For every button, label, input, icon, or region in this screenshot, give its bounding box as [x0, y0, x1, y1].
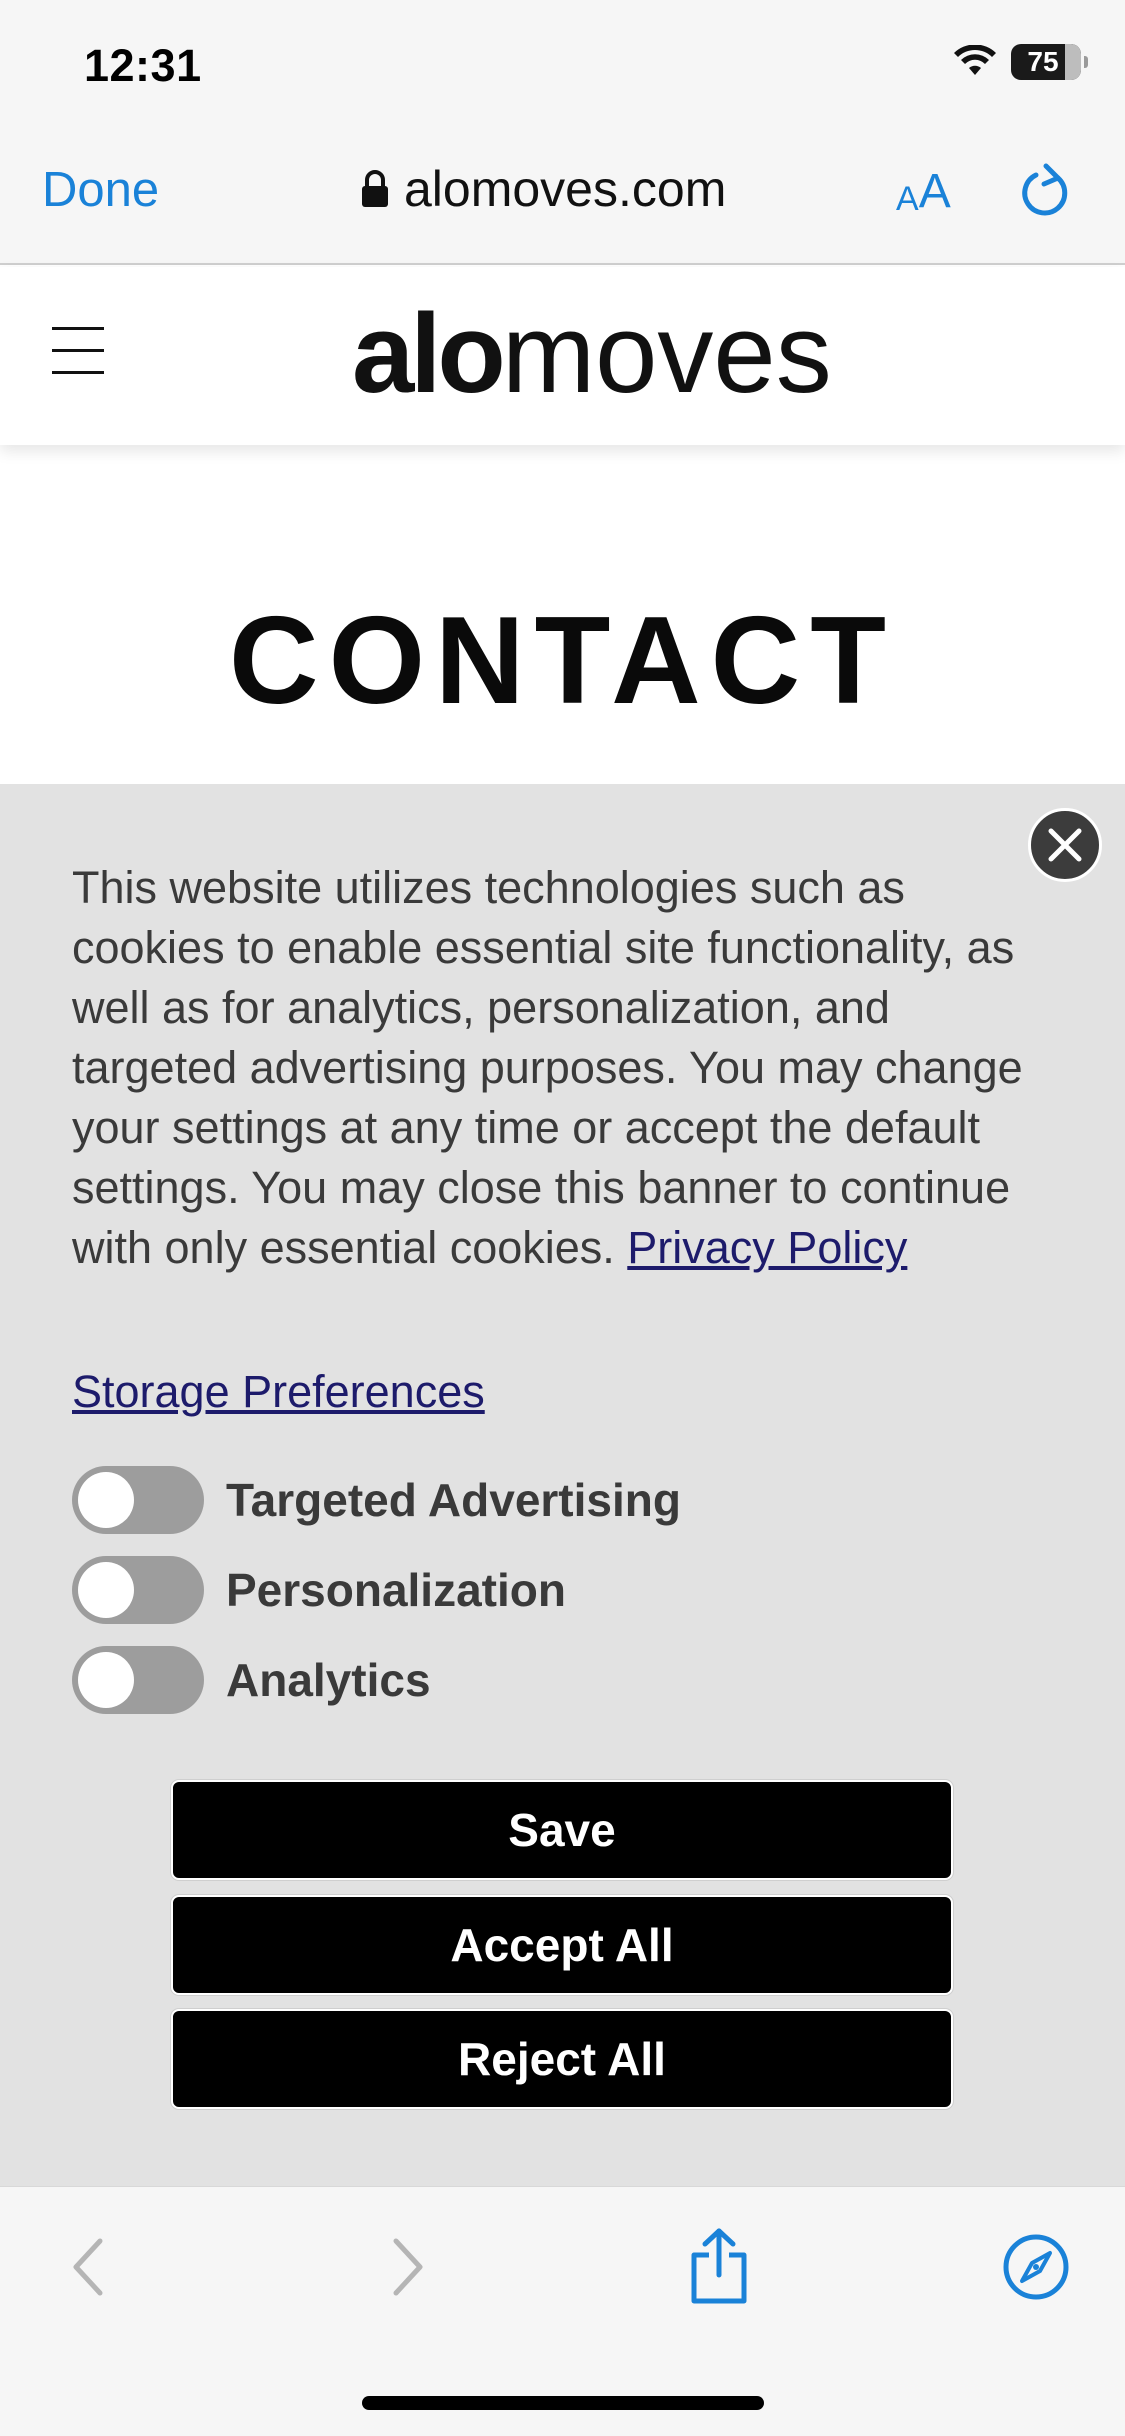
storage-preferences-link[interactable]: Storage Preferences: [72, 1362, 485, 1422]
browser-top-bar: Done alomoves.com A A: [0, 130, 1125, 265]
reload-icon[interactable]: [1018, 162, 1074, 222]
compass-icon[interactable]: [1002, 2233, 1070, 2301]
site-logo[interactable]: alomoves: [352, 287, 832, 421]
share-icon[interactable]: [688, 2227, 750, 2305]
chevron-right-icon[interactable]: [388, 2235, 428, 2299]
logo-light-text: moves: [501, 291, 832, 416]
toggle-row-targeted-advertising[interactable]: Targeted Advertising: [72, 1466, 681, 1534]
chevron-left-icon[interactable]: [68, 2235, 108, 2299]
analytics-toggle[interactable]: [72, 1646, 204, 1714]
accept-all-button[interactable]: Accept All: [171, 1895, 953, 1995]
text-size-big-label: A: [918, 165, 951, 218]
cookie-body-text: This website utilizes technologies such …: [72, 862, 1023, 1273]
personalization-toggle[interactable]: [72, 1556, 204, 1624]
logo-bold-text: alo: [352, 291, 506, 416]
wifi-icon: [953, 45, 997, 79]
lock-icon: [360, 169, 390, 209]
targeted-advertising-toggle[interactable]: [72, 1466, 204, 1534]
done-button[interactable]: Done: [42, 162, 159, 218]
cookie-description: This website utilizes technologies such …: [72, 858, 1032, 1278]
site-header: alomoves: [0, 267, 1125, 445]
status-time: 12:31: [84, 40, 202, 91]
page-title: CONTACT: [229, 592, 896, 730]
close-banner-button[interactable]: [1028, 808, 1102, 882]
save-button[interactable]: Save: [171, 1780, 953, 1880]
text-size-small-label: A: [896, 180, 919, 218]
privacy-policy-link[interactable]: Privacy Policy: [627, 1222, 907, 1273]
hamburger-icon[interactable]: [52, 327, 104, 393]
home-indicator: [362, 2396, 764, 2410]
toggle-label: Personalization: [226, 1564, 566, 1616]
toggle-label: Targeted Advertising: [226, 1474, 681, 1526]
toggle-row-analytics[interactable]: Analytics: [72, 1646, 431, 1714]
text-size-button[interactable]: A A: [896, 164, 951, 219]
status-bar: 12:31 75: [0, 0, 1125, 130]
battery-indicator: 75: [1011, 44, 1088, 80]
status-indicators: 75: [953, 44, 1088, 80]
battery-level: 75: [1027, 46, 1059, 77]
toggle-row-personalization[interactable]: Personalization: [72, 1556, 566, 1624]
url-text: alomoves.com: [404, 161, 727, 217]
reject-all-button[interactable]: Reject All: [171, 2009, 953, 2109]
address-bar[interactable]: alomoves.com: [360, 160, 726, 218]
close-icon: [1045, 825, 1085, 865]
toggle-label: Analytics: [226, 1654, 431, 1706]
